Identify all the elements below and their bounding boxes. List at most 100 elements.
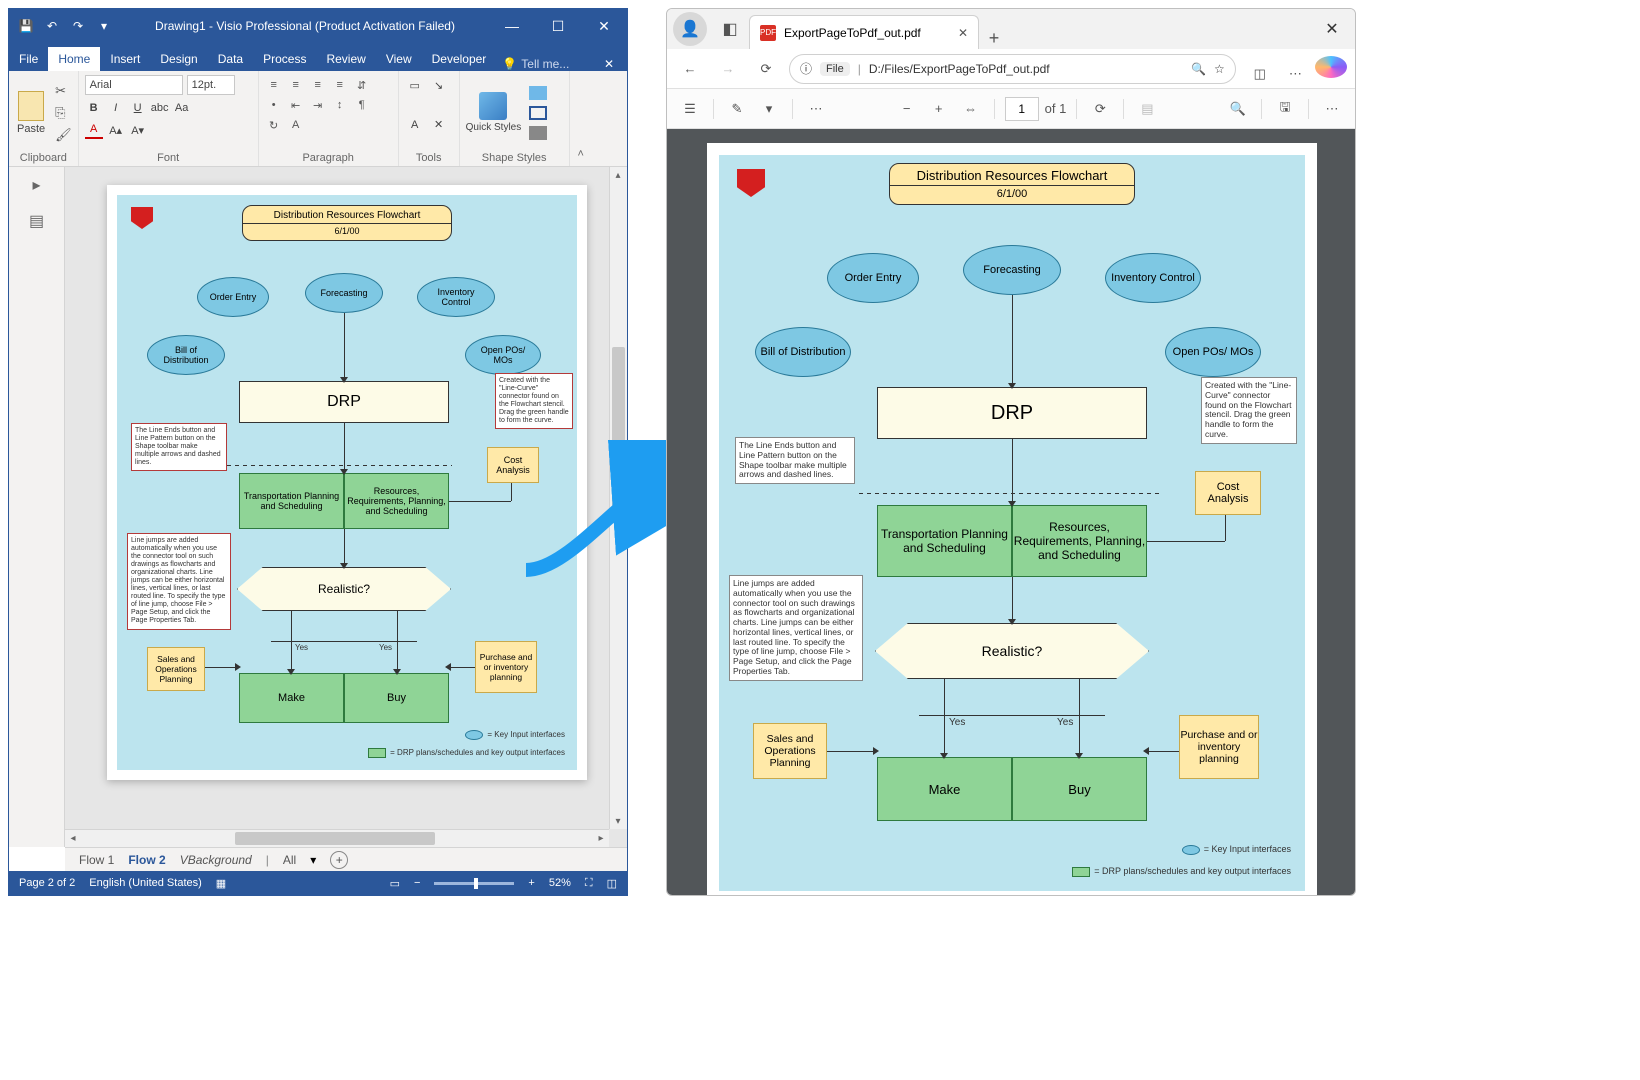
increase-font-button[interactable]: A▴ (107, 121, 125, 139)
page-input[interactable] (1005, 97, 1039, 121)
tab-review[interactable]: Review (316, 47, 375, 71)
font-name-select[interactable]: Arial (85, 75, 183, 95)
site-info-icon[interactable]: ⓘ (800, 60, 812, 77)
tab-developer[interactable]: Developer (422, 47, 497, 71)
macro-record-icon[interactable]: ▦ (216, 877, 226, 890)
back-button[interactable]: ← (675, 61, 705, 76)
subwindow-close-button[interactable]: ✕ (591, 57, 627, 71)
indent-inc-icon[interactable]: ⇥ (309, 97, 327, 113)
close-button[interactable]: ✕ (1309, 9, 1355, 49)
align-right-icon[interactable]: ≡ (309, 77, 327, 93)
scroll-up-icon[interactable]: ▴ (610, 167, 626, 183)
pdf-viewport[interactable]: Distribution Resources Flowchart 6/1/00 … (667, 129, 1355, 895)
bold-button[interactable]: B (85, 99, 103, 117)
indent-dec-icon[interactable]: ⇤ (287, 97, 305, 113)
connection-point-icon[interactable]: ✕ (429, 115, 449, 135)
tab-data[interactable]: Data (208, 47, 253, 71)
paste-button[interactable]: Paste (15, 89, 47, 137)
font-color-button[interactable]: A (85, 121, 103, 139)
zoom-in-button[interactable]: + (528, 877, 534, 889)
copy-icon[interactable]: ⎘ (55, 105, 72, 121)
align-justify-icon[interactable]: ≡ (331, 77, 349, 93)
settings-menu-icon[interactable]: ⋯ (1279, 66, 1311, 82)
format-painter-icon[interactable]: 🖌 (55, 127, 72, 143)
address-bar[interactable]: ⓘ File | D:/Files/ExportPageToPdf_out.pd… (789, 54, 1236, 84)
presentation-mode-icon[interactable]: ▭ (390, 877, 400, 890)
save-icon[interactable]: 🖫 (1272, 96, 1298, 122)
connector-tool-icon[interactable]: ↘ (429, 75, 449, 95)
refresh-button[interactable]: ⟳ (751, 61, 781, 77)
status-language[interactable]: English (United States) (89, 877, 202, 889)
italic-button[interactable]: I (107, 99, 125, 117)
rotate-icon[interactable]: ⟳ (1087, 96, 1113, 122)
scroll-down-icon[interactable]: ▾ (610, 813, 626, 829)
undo-icon[interactable]: ↶ (43, 19, 61, 33)
new-tab-button[interactable]: + (979, 28, 1009, 49)
line-spacing-icon[interactable]: ↕ (331, 97, 349, 113)
redo-icon[interactable]: ↷ (69, 19, 87, 33)
contents-icon[interactable]: ☰ (677, 96, 703, 122)
font-size-select[interactable]: 12pt. (187, 75, 235, 95)
qat-more-icon[interactable]: ▾ (95, 19, 113, 33)
tab-file[interactable]: File (9, 47, 48, 71)
draw-dropdown-icon[interactable]: ▾ (756, 96, 782, 122)
line-color-button[interactable] (529, 106, 547, 120)
page-tab-flow1[interactable]: Flow 1 (79, 853, 114, 867)
split-screen-icon[interactable]: ◫ (1244, 66, 1276, 82)
browser-tab[interactable]: PDF ExportPageToPdf_out.pdf ✕ (749, 15, 979, 49)
quick-styles-button[interactable]: Quick Styles (466, 92, 522, 133)
page-tab-flow2[interactable]: Flow 2 (128, 853, 165, 867)
maximize-button[interactable]: ☐ (535, 9, 581, 43)
align-center-icon[interactable]: ≡ (287, 77, 305, 93)
tell-me[interactable]: 💡Tell me... (496, 57, 591, 71)
page-tab-vbackground[interactable]: VBackground (180, 853, 252, 867)
text-tool-icon[interactable]: A (405, 115, 425, 135)
effects-button[interactable] (529, 126, 547, 140)
collapse-ribbon-button[interactable]: ˄ (570, 71, 592, 166)
horizontal-scrollbar[interactable]: ◂ ▸ (65, 829, 609, 847)
scroll-left-icon[interactable]: ◂ (65, 830, 81, 846)
workspaces-icon[interactable]: ◧ (713, 12, 747, 46)
zoom-level[interactable]: 52% (549, 877, 571, 889)
page-tab-dropdown-icon[interactable]: ▾ (310, 853, 316, 867)
expand-shapes-icon[interactable]: ▸ (9, 167, 64, 203)
zoom-out-button[interactable]: − (894, 96, 920, 122)
favorite-icon[interactable]: ☆ (1214, 62, 1225, 76)
pan-zoom-icon[interactable]: ◫ (607, 877, 617, 890)
scroll-right-icon[interactable]: ▸ (593, 830, 609, 846)
zoom-indicator-icon[interactable]: 🔍 (1191, 62, 1206, 76)
para-rtl-icon[interactable]: ¶ (353, 97, 371, 113)
strike-button[interactable]: abc (151, 99, 169, 117)
pointer-tool-icon[interactable]: ▭ (405, 75, 425, 95)
scrollbar-thumb[interactable] (235, 832, 435, 845)
decrease-font-button[interactable]: A▾ (129, 121, 147, 139)
bullets-icon[interactable]: • (265, 97, 283, 113)
draw-icon[interactable]: ✎ (724, 96, 750, 122)
find-icon[interactable]: 🔍 (1225, 96, 1251, 122)
more-tools-icon[interactable]: ⋯ (803, 96, 829, 122)
tab-design[interactable]: Design (150, 47, 207, 71)
text-highlight-button[interactable]: Aa (173, 99, 191, 117)
zoom-in-button[interactable]: + (926, 96, 952, 122)
add-page-button[interactable]: + (330, 851, 348, 869)
copilot-icon[interactable] (1315, 56, 1347, 81)
tab-home[interactable]: Home (48, 47, 100, 71)
fill-color-button[interactable] (529, 86, 547, 100)
text-direction-icon[interactable]: A (287, 117, 305, 133)
cut-icon[interactable]: ✂ (55, 83, 72, 99)
tab-close-button[interactable]: ✕ (958, 26, 968, 40)
save-icon[interactable]: 💾 (17, 19, 35, 33)
close-button[interactable]: ✕ (581, 9, 627, 43)
pdf-more-icon[interactable]: ⋯ (1319, 96, 1345, 122)
fit-width-icon[interactable]: ⇔ (958, 96, 984, 122)
stencil-icon[interactable]: ▤ (9, 203, 64, 239)
tab-insert[interactable]: Insert (100, 47, 150, 71)
rotate-text-icon[interactable]: ↻ (265, 117, 283, 133)
shapes-pane-collapsed[interactable]: ▸ ▤ (9, 167, 65, 847)
valign-icon[interactable]: ⇵ (353, 77, 371, 93)
tab-process[interactable]: Process (253, 47, 316, 71)
tab-view[interactable]: View (376, 47, 422, 71)
profile-icon[interactable]: 👤 (673, 12, 707, 46)
page-tab-all[interactable]: All (283, 853, 296, 867)
zoom-slider[interactable] (434, 882, 514, 885)
